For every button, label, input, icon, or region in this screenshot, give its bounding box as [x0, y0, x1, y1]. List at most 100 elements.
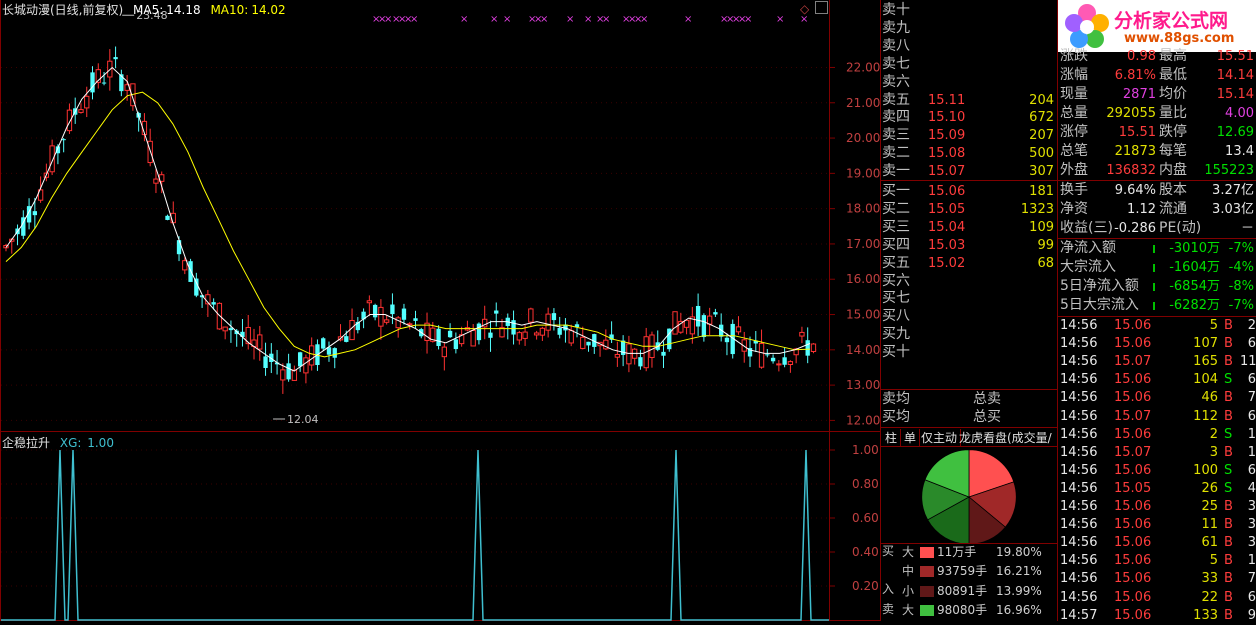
tick-time[interactable]: 14:56 — [1060, 389, 1097, 407]
sell-level-label[interactable]: 卖三 — [882, 126, 910, 145]
tick-row[interactable]: 14:56 15.05 26 S 4 — [1058, 480, 1256, 498]
sell-level-label[interactable]: 卖七 — [882, 55, 910, 74]
stat2-label[interactable]: 净资 — [1060, 200, 1088, 219]
tick-price[interactable]: 15.06 — [1114, 371, 1151, 389]
tick-count[interactable]: 9 — [1240, 607, 1256, 625]
tick-count[interactable]: 11 — [1240, 353, 1256, 371]
flow-percent[interactable]: 16.96% — [996, 601, 1042, 620]
tick-count[interactable]: 6 — [1240, 371, 1256, 389]
stat2-label[interactable]: 收益(三) — [1060, 219, 1113, 238]
tick-volume[interactable]: 11 — [1168, 516, 1218, 534]
tick-side[interactable]: S — [1224, 371, 1232, 389]
flow-color-swatch[interactable] — [920, 566, 934, 578]
sell-level-label[interactable]: 卖十 — [882, 1, 910, 20]
stat-label[interactable]: 跌停 — [1159, 123, 1187, 142]
stat-label[interactable]: 涨幅 — [1060, 66, 1088, 85]
stat-label[interactable]: 涨跌 — [1060, 47, 1088, 66]
stat-value[interactable]: 21873 — [1100, 142, 1156, 161]
tick-price[interactable]: 15.07 — [1114, 408, 1151, 426]
stat-label[interactable]: 总笔 — [1060, 142, 1088, 161]
stat-value[interactable]: 15.14 — [1198, 85, 1254, 104]
tick-row[interactable]: 14:56 15.06 25 B 3 — [1058, 498, 1256, 516]
tick-volume[interactable]: 112 — [1168, 408, 1218, 426]
flow-color-swatch[interactable] — [920, 585, 934, 597]
buy-level-label[interactable]: 买一 — [882, 182, 910, 201]
sell-level-volume[interactable] — [1002, 1, 1054, 20]
tick-count[interactable]: 4 — [1240, 480, 1256, 498]
tick-row[interactable]: 14:56 15.06 5 B 2 — [1058, 317, 1256, 335]
tick-volume[interactable]: 100 — [1168, 462, 1218, 480]
stat2-value[interactable]: － — [1206, 219, 1254, 238]
stat2-value[interactable]: 3.03亿 — [1206, 200, 1254, 219]
stat-value[interactable]: 12.69 — [1198, 123, 1254, 142]
tick-price[interactable]: 15.06 — [1114, 317, 1151, 335]
tick-price[interactable]: 15.06 — [1114, 607, 1151, 625]
tick-volume[interactable]: 2 — [1168, 426, 1218, 444]
sell-level-volume[interactable]: 207 — [1002, 126, 1054, 145]
stat-value[interactable]: 0.98 — [1100, 47, 1156, 66]
tick-time[interactable]: 14:56 — [1060, 408, 1097, 426]
tick-side[interactable]: B — [1224, 389, 1233, 407]
stat2-label[interactable]: 股本 — [1159, 181, 1187, 200]
tick-price[interactable]: 15.06 — [1114, 552, 1151, 570]
tick-volume[interactable]: 26 — [1168, 480, 1218, 498]
tick-count[interactable]: 7 — [1240, 389, 1256, 407]
sell-level-label[interactable]: 卖八 — [882, 37, 910, 56]
tick-row[interactable]: 14:56 15.07 165 B 11 — [1058, 353, 1256, 371]
tick-side[interactable]: S — [1224, 480, 1232, 498]
sell-level-label[interactable]: 卖九 — [882, 19, 910, 38]
tick-time[interactable]: 14:56 — [1060, 317, 1097, 335]
capital-percent[interactable]: -8% — [1222, 277, 1254, 296]
tick-side[interactable]: B — [1224, 335, 1233, 353]
sell-level-volume[interactable] — [1002, 19, 1054, 38]
stat-value[interactable]: 136832 — [1100, 161, 1156, 180]
buy-level-volume[interactable]: 68 — [1002, 254, 1054, 273]
buy-level-volume[interactable]: 181 — [1002, 182, 1054, 201]
stat2-value[interactable]: 3.27亿 — [1206, 181, 1254, 200]
kline-chart-area[interactable]: 22.00 21.00 20.00 19.00 18.00 17.00 16.00 15.00… — [0, 0, 880, 621]
capital-bar[interactable] — [1153, 283, 1155, 291]
tick-time[interactable]: 14:56 — [1060, 534, 1097, 552]
stat-value[interactable]: 155223 — [1198, 161, 1254, 180]
tick-count[interactable]: 3 — [1240, 498, 1256, 516]
tick-count[interactable]: 3 — [1240, 516, 1256, 534]
buy-level-volume[interactable] — [1002, 343, 1054, 362]
stat-label[interactable]: 涨停 — [1060, 123, 1088, 142]
sell-level-price[interactable]: 15.09 — [928, 126, 965, 145]
tick-time[interactable]: 14:56 — [1060, 552, 1097, 570]
capital-value[interactable]: -1604万 — [1156, 258, 1220, 277]
tick-price[interactable]: 15.06 — [1114, 589, 1151, 607]
buy-level-label[interactable]: 买十 — [882, 343, 910, 362]
tick-row[interactable]: 14:56 15.06 2 S 1 — [1058, 426, 1256, 444]
stat-label[interactable]: 内盘 — [1159, 161, 1187, 180]
tick-volume[interactable]: 5 — [1168, 317, 1218, 335]
tick-time[interactable]: 14:57 — [1060, 607, 1097, 625]
flow-volume[interactable]: 98080手 — [937, 601, 987, 620]
window-toggle-icon[interactable] — [815, 1, 828, 14]
buy-level-label[interactable]: 买二 — [882, 200, 910, 219]
tick-count[interactable]: 6 — [1240, 589, 1256, 607]
sell-level-price[interactable]: 15.07 — [928, 162, 965, 181]
buy-level-price[interactable]: 15.03 — [928, 236, 965, 255]
stat2-label[interactable]: 流通 — [1159, 200, 1187, 219]
buy-level-volume[interactable]: 109 — [1002, 218, 1054, 237]
stat-value[interactable]: 2871 — [1100, 85, 1156, 104]
tick-row[interactable]: 14:56 15.07 3 B 1 — [1058, 444, 1256, 462]
tick-price[interactable]: 15.07 — [1114, 444, 1151, 462]
tick-time[interactable]: 14:56 — [1060, 444, 1097, 462]
stat-value[interactable]: 13.4 — [1198, 142, 1254, 161]
tick-price[interactable]: 15.06 — [1114, 516, 1151, 534]
buy-level-price[interactable]: 15.04 — [928, 218, 965, 237]
stat-label[interactable]: 最低 — [1159, 66, 1187, 85]
tick-row[interactable]: 14:56 15.06 33 B 7 — [1058, 570, 1256, 588]
tick-row[interactable]: 14:56 15.06 61 B 3 — [1058, 534, 1256, 552]
buy-level-label[interactable]: 买四 — [882, 236, 910, 255]
tick-volume[interactable]: 104 — [1168, 371, 1218, 389]
flow-color-swatch[interactable] — [920, 604, 934, 616]
tick-side[interactable]: B — [1224, 408, 1233, 426]
tick-side[interactable]: S — [1224, 462, 1232, 480]
tick-row[interactable]: 14:56 15.06 11 B 3 — [1058, 516, 1256, 534]
stat2-label[interactable]: PE(动) — [1159, 219, 1201, 238]
stat-value[interactable]: 4.00 — [1198, 104, 1254, 123]
flow-size-label[interactable]: 中 — [902, 562, 914, 581]
